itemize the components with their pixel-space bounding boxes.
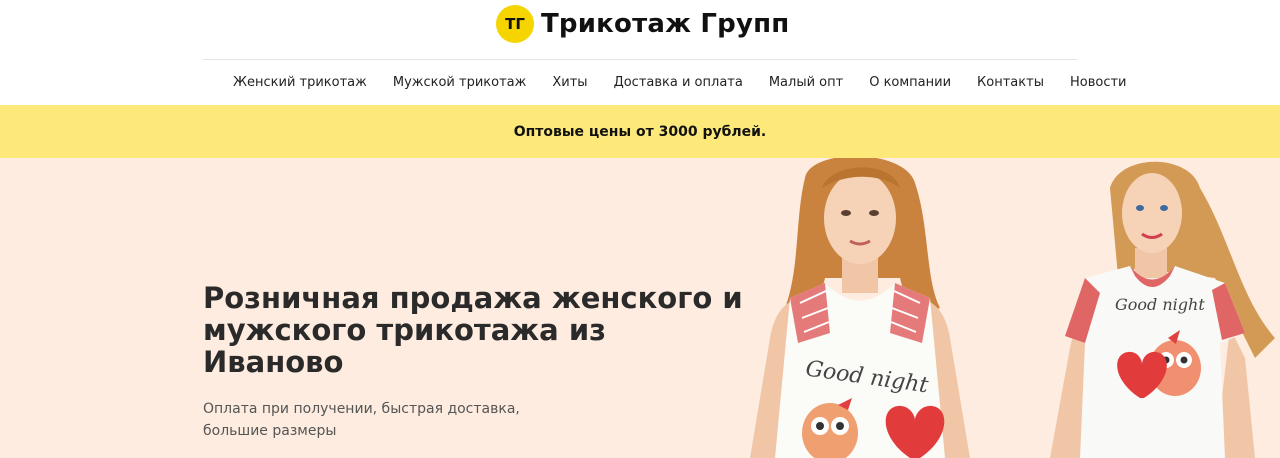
main-nav: Женский трикотаж Мужской трикотаж Хиты Д… xyxy=(0,60,1280,105)
site-header: ТГ Трикотаж Групп xyxy=(0,0,1280,60)
hero-subtitle: Оплата при получении, быстрая доставка, … xyxy=(203,401,520,439)
promo-banner: Оптовые цены от 3000 рублей. xyxy=(0,105,1280,158)
hero-section: Розничная продажа женского и мужского тр… xyxy=(0,158,1280,458)
nav-item-news[interactable]: Новости xyxy=(1070,75,1127,90)
promo-text: Оптовые цены от 3000 рублей. xyxy=(513,123,767,140)
nav-item-about[interactable]: О компании xyxy=(869,75,951,90)
nav-item-mens[interactable]: Мужской трикотаж xyxy=(393,75,527,90)
hero-photo-model-1: Good night xyxy=(750,158,970,458)
nav-item-hits[interactable]: Хиты xyxy=(552,75,587,90)
site-logo[interactable]: ТГ Трикотаж Групп xyxy=(496,5,789,43)
logo-badge: ТГ xyxy=(496,5,534,43)
nav-item-contacts[interactable]: Контакты xyxy=(977,75,1044,90)
nav-item-delivery[interactable]: Доставка и оплата xyxy=(614,75,743,90)
hero-photo-model-2: Good night xyxy=(1050,161,1275,458)
hero-title: Розничная продажа женского и мужского тр… xyxy=(203,281,743,379)
nav-item-small-wholesale[interactable]: Малый опт xyxy=(769,75,843,90)
brand-name: Трикотаж Групп xyxy=(541,9,790,39)
shirt-text-2: Good night xyxy=(1115,295,1205,314)
nav-item-womens[interactable]: Женский трикотаж xyxy=(233,75,367,90)
